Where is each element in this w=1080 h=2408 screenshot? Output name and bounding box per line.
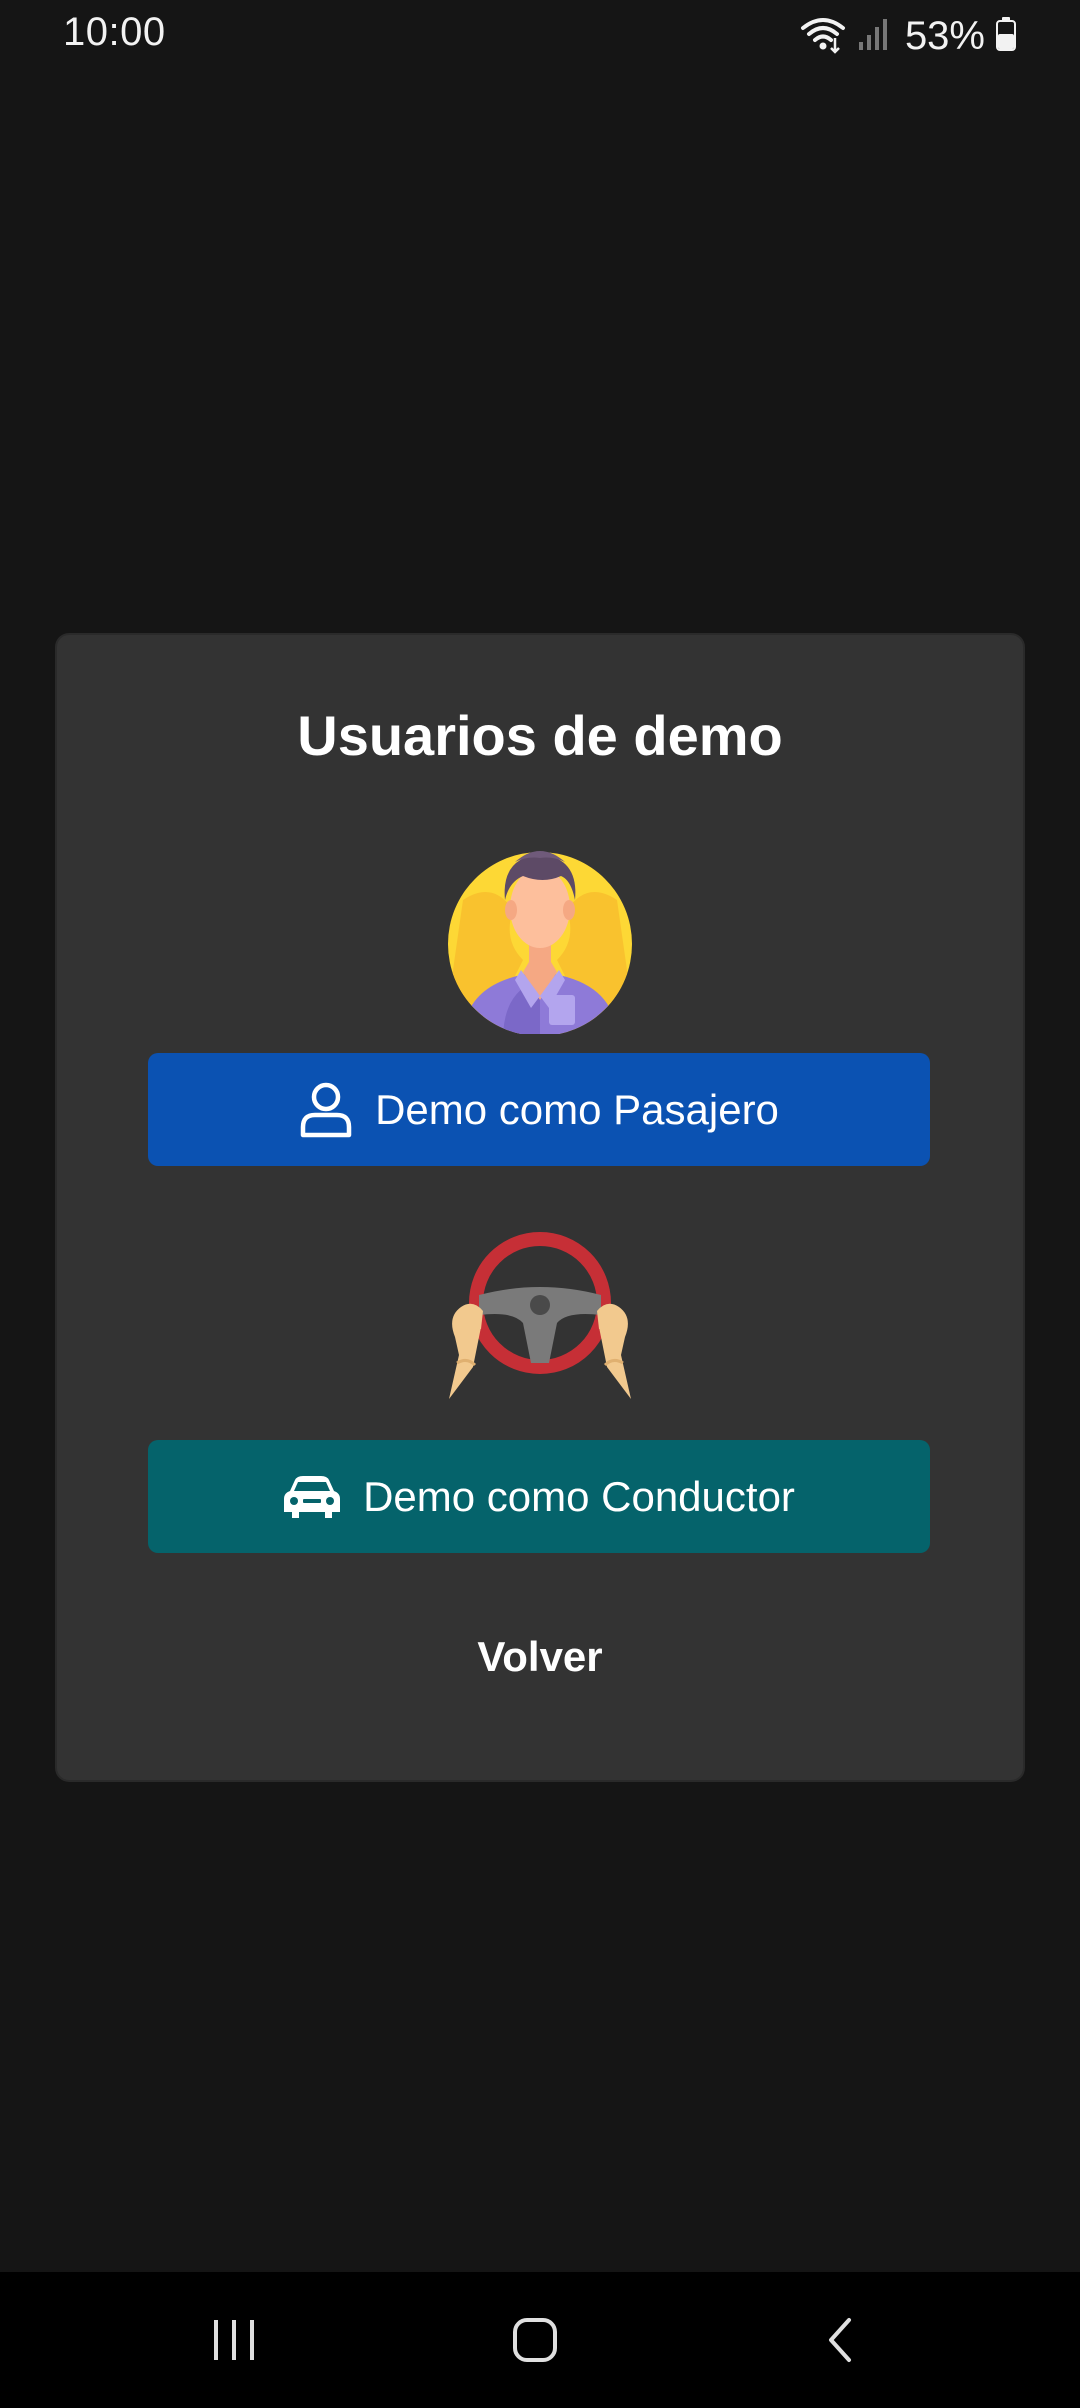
battery-percentage: 53% bbox=[904, 13, 985, 58]
demo-users-dialog: Usuarios de demo Demo como Pasajero Demo… bbox=[57, 635, 1023, 1780]
back-button[interactable]: Volver bbox=[57, 1633, 1023, 1681]
status-bar: 10:00 53% bbox=[0, 0, 1080, 72]
back-icon[interactable] bbox=[800, 2302, 880, 2378]
battery-icon bbox=[995, 16, 1017, 57]
status-time: 10:00 bbox=[63, 10, 166, 54]
recents-icon[interactable] bbox=[194, 2302, 274, 2378]
status-icons: 53% bbox=[799, 10, 1017, 62]
navigation-bar bbox=[0, 2272, 1080, 2408]
screen: 10:00 53% Usuarios de demo Demo como Pas… bbox=[0, 0, 1080, 2408]
wifi-icon bbox=[799, 14, 847, 59]
car-icon bbox=[283, 1474, 341, 1520]
passenger-avatar-icon bbox=[448, 851, 632, 1034]
dialog-title: Usuarios de demo bbox=[297, 704, 783, 767]
user-icon bbox=[299, 1081, 353, 1139]
demo-driver-label: Demo como Conductor bbox=[363, 1472, 795, 1520]
signal-icon bbox=[857, 16, 891, 57]
demo-passenger-label: Demo como Pasajero bbox=[375, 1085, 779, 1133]
home-icon[interactable] bbox=[495, 2302, 575, 2378]
demo-driver-button[interactable]: Demo como Conductor bbox=[148, 1440, 930, 1553]
steering-wheel-icon bbox=[449, 1232, 631, 1399]
demo-passenger-button[interactable]: Demo como Pasajero bbox=[148, 1053, 930, 1166]
